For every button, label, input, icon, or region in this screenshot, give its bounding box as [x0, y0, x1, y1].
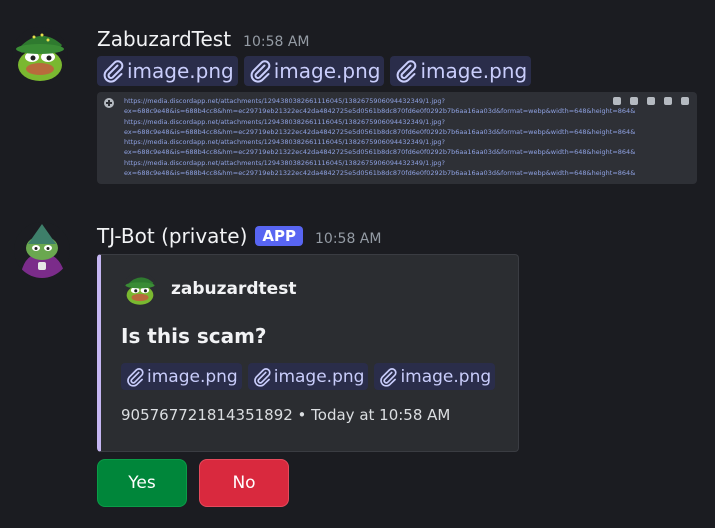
attachment-link[interactable]: image.png — [243, 56, 385, 86]
app-badge: APP — [255, 226, 303, 246]
url-line: https://media.discordapp.net/attachments… — [124, 158, 445, 167]
frog-wizard-avatar-icon — [14, 222, 70, 278]
attachment-link[interactable]: image.png — [390, 56, 532, 86]
embed-author: zabuzardtest — [171, 279, 297, 299]
embed-attachment-list: image.png image.png image.png — [121, 363, 496, 390]
controller-icon[interactable] — [681, 97, 689, 105]
paperclip-icon — [250, 60, 271, 83]
paperclip-icon — [127, 367, 144, 387]
paperclip-icon — [253, 367, 271, 387]
attachment-filename: image.png — [273, 366, 365, 387]
sticker-icon[interactable] — [647, 97, 655, 105]
url-line: https://media.discordapp.net/attachments… — [124, 117, 445, 126]
attachment-link[interactable]: image.png — [97, 56, 238, 86]
attachment-filename: image.png — [273, 59, 381, 83]
attachment-link[interactable]: image.png — [247, 363, 369, 390]
url-line: https://media.discordapp.net/attachments… — [124, 138, 445, 147]
paperclip-icon — [397, 60, 417, 83]
attachment-filename: image.png — [420, 59, 528, 83]
attachment-filename: image.png — [400, 366, 492, 387]
url-line: ex=688c9e48&is=688b4cc8&hm=ec29719eb2132… — [124, 169, 636, 178]
emoji-icon[interactable] — [664, 97, 672, 105]
url-line: ex=688c9e48&is=688b4cc8&hm=ec29719eb2132… — [124, 107, 636, 116]
attachment-link[interactable]: image.png — [121, 363, 242, 390]
no-button[interactable]: No — [199, 459, 289, 507]
attachment-filename: image.png — [147, 366, 238, 387]
frog-avatar-icon — [123, 272, 157, 306]
url-line: ex=688c9e48&is=688b4cc8&hm=ec29719eb2132… — [124, 127, 636, 136]
add-attachment-icon[interactable] — [104, 98, 114, 108]
bot-avatar[interactable] — [14, 222, 70, 278]
attachment-link[interactable]: image.png — [374, 363, 496, 390]
embed-card: zabuzardtest Is this scam? image.png ima… — [97, 254, 519, 452]
yes-button[interactable]: Yes — [97, 459, 187, 507]
bot-username[interactable]: TJ-Bot (private) — [97, 224, 247, 248]
paperclip-icon — [103, 60, 124, 83]
embed-title: Is this scam? — [121, 324, 267, 348]
timestamp: 10:58 AM — [315, 231, 382, 247]
message-input-box[interactable]: https://media.discordapp.net/attachments… — [97, 92, 697, 184]
paperclip-icon — [380, 367, 398, 387]
attachment-filename: image.png — [127, 59, 234, 83]
url-line: https://media.discordapp.net/attachments… — [124, 97, 445, 105]
gift-icon[interactable] — [613, 97, 621, 105]
input-toolbar — [613, 97, 689, 105]
username[interactable]: ZabuzardTest — [97, 27, 231, 51]
url-text[interactable]: https://media.discordapp.net/attachments… — [124, 96, 636, 178]
embed-author-avatar — [123, 272, 157, 306]
timestamp: 10:58 AM — [243, 34, 310, 50]
gif-icon[interactable] — [630, 97, 638, 105]
user-avatar[interactable] — [12, 27, 68, 83]
attachment-list: image.png image.png image.png — [97, 56, 532, 86]
frog-avatar-icon — [12, 27, 68, 83]
url-line: ex=688c9e48&is=688b4cc8&hm=ec29719eb2132… — [124, 148, 636, 157]
embed-footer: 905767721814351892 • Today at 10:58 AM — [121, 406, 451, 424]
